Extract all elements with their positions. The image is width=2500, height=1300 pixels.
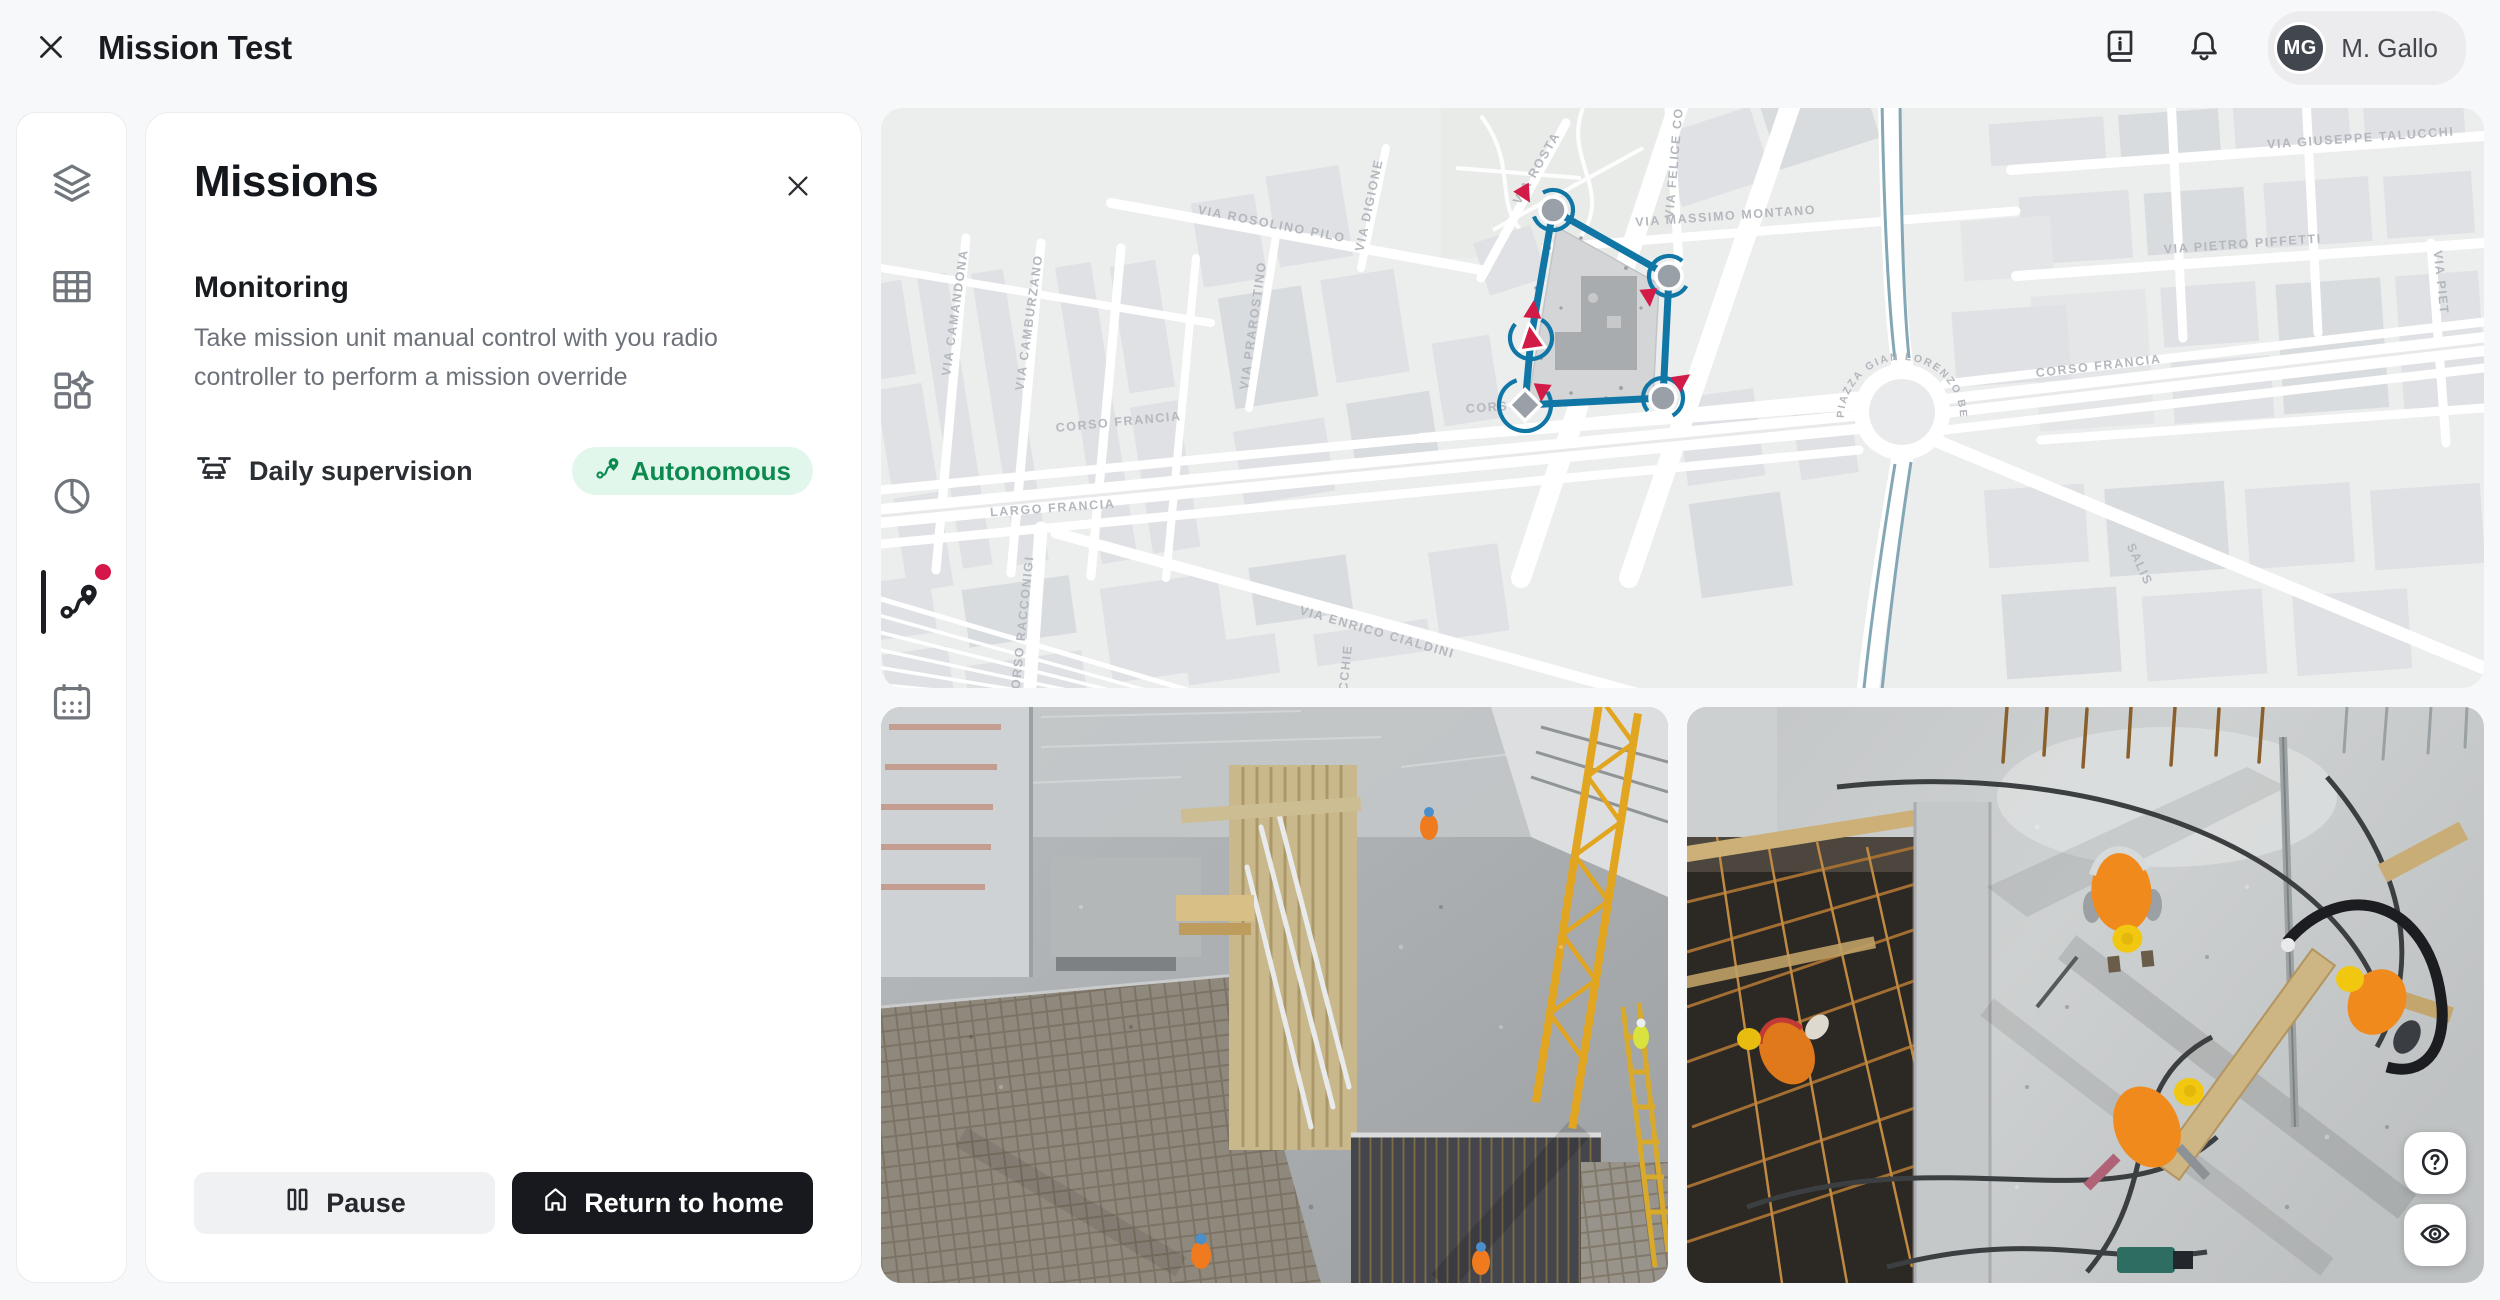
sidebar-item-table[interactable]: [17, 244, 126, 332]
widgets-icon: [50, 368, 94, 417]
waypoint-dot: [1656, 263, 1682, 289]
waypoint-dot: [1650, 385, 1676, 411]
user-name: M. Gallo: [2341, 33, 2438, 64]
sidebar-item-missions[interactable]: [17, 558, 126, 646]
route-icon: [50, 578, 94, 627]
panel-close-button[interactable]: [783, 157, 813, 204]
panel-title: Missions: [194, 157, 378, 207]
notification-dot: [95, 564, 111, 580]
notifications-button[interactable]: [2184, 27, 2224, 70]
manual-button[interactable]: [2100, 27, 2140, 70]
active-indicator: [41, 570, 46, 634]
return-home-label: Return to home: [584, 1188, 784, 1219]
sidebar-item-layers[interactable]: [17, 140, 126, 228]
user-menu[interactable]: MG M. Gallo: [2268, 11, 2466, 85]
topbar: Mission Test MG M. Gallo: [0, 0, 2500, 96]
camera-feed-2-image: [1687, 707, 2484, 1283]
avatar-initials: MG: [2284, 37, 2317, 60]
pie-chart-icon: [50, 473, 94, 522]
topbar-actions: MG M. Gallo: [2100, 11, 2466, 85]
drone-icon: [194, 451, 234, 491]
home-icon: [541, 1185, 570, 1221]
page-title: Mission Test: [98, 29, 292, 67]
eye-icon: [2418, 1217, 2452, 1254]
calendar-icon: [50, 680, 94, 729]
pause-icon: [283, 1185, 312, 1221]
mission-name: Daily supervision: [249, 456, 473, 487]
sidebar-item-widgets[interactable]: [17, 348, 126, 436]
mission-map[interactable]: PIAZZA GIAN LORENZO BERNINI VIA ROSTAVIA…: [881, 108, 2484, 688]
camera-feed-1-image: [881, 707, 1668, 1283]
waypoint-dot: [1540, 197, 1566, 223]
mission-mode-label: Autonomous: [631, 456, 791, 487]
section-title: Monitoring: [194, 271, 813, 305]
map-canvas: PIAZZA GIAN LORENZO BERNINI VIA ROSTAVIA…: [881, 108, 2484, 688]
sidebar-item-schedule[interactable]: [17, 660, 126, 748]
close-icon: [34, 30, 68, 67]
help-button[interactable]: [2404, 1132, 2466, 1194]
close-mission-button[interactable]: [34, 30, 68, 67]
table-icon: [50, 264, 94, 313]
route-icon: [594, 454, 621, 488]
panel-actions: Pause Return to home: [194, 1172, 813, 1234]
bell-icon: [2184, 27, 2224, 70]
panel-header: Missions: [194, 157, 813, 207]
mission-row[interactable]: Daily supervision Autonomous: [194, 447, 813, 495]
observe-button[interactable]: [2404, 1204, 2466, 1266]
avatar: MG: [2274, 22, 2326, 74]
camera-feed-2[interactable]: [1687, 707, 2484, 1283]
close-icon: [783, 157, 813, 204]
camera-feed-1[interactable]: [881, 707, 1668, 1283]
pause-label: Pause: [326, 1188, 406, 1219]
question-icon: [2418, 1145, 2452, 1182]
section-description: Take mission unit manual control with yo…: [194, 319, 800, 397]
sidebar: [16, 112, 127, 1283]
manual-book-icon: [2100, 27, 2140, 70]
sidebar-item-reports[interactable]: [17, 453, 126, 541]
return-to-home-button[interactable]: Return to home: [512, 1172, 813, 1234]
pause-button[interactable]: Pause: [194, 1172, 495, 1234]
mission-mode-badge: Autonomous: [572, 447, 813, 495]
layers-icon: [50, 160, 94, 209]
missions-panel: Missions Monitoring Take mission unit ma…: [145, 112, 862, 1283]
